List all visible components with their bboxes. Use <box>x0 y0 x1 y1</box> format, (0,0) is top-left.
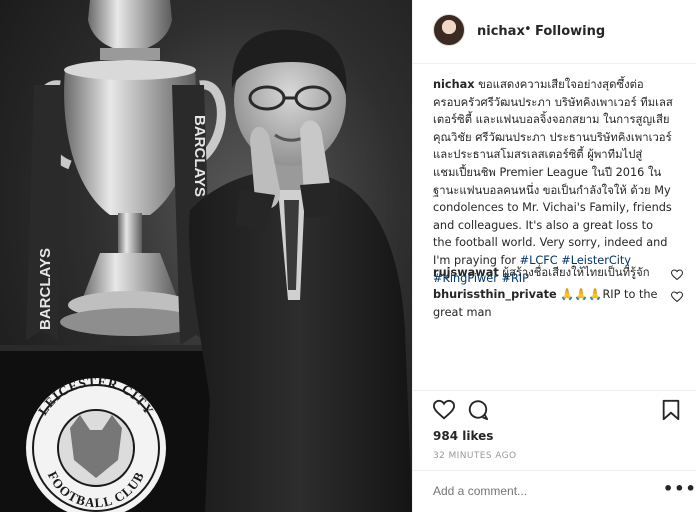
action-bar <box>413 390 696 426</box>
leicester-crest: LEICESTER CITY FOOTBALL CLUB <box>26 374 166 512</box>
ribbon-right-text: BARCLAYS <box>191 115 208 197</box>
post-header: nichax • Following <box>413 0 696 64</box>
comment-item: rujswawat ผู้สร้างชื่อเสียงให้ไทยเป็นที่… <box>433 264 661 282</box>
following-button[interactable]: Following <box>535 24 605 39</box>
comment-username[interactable]: rujswawat <box>433 266 499 279</box>
avatar[interactable] <box>433 14 465 46</box>
bookmark-icon[interactable] <box>661 399 681 421</box>
small-heart-icon[interactable] <box>671 291 683 303</box>
post-caption: nichax ขอแสดงความเสียใจอย่างสุดซึ้งต่อคร… <box>433 76 673 287</box>
caption-text: ขอแสดงความเสียใจอย่างสุดซึ้งต่อครอบครัวศ… <box>433 78 673 267</box>
ribbon-left-text: BARCLAYS <box>37 248 54 330</box>
comment-input[interactable] <box>433 484 643 498</box>
caption-username[interactable]: nichax <box>433 78 475 91</box>
post-timestamp[interactable]: 32 MINUTES AGO <box>433 451 516 461</box>
separator-dot: • <box>524 22 532 37</box>
comment-text: ผู้สร้างชื่อเสียงให้ไทยเป็นที่รู้จัก <box>502 266 650 279</box>
like-count[interactable]: 984 likes <box>433 429 493 443</box>
heart-icon[interactable] <box>433 399 455 421</box>
comment-item: bhurissthin_private 🙏🙏🙏RIP to the great … <box>433 286 661 321</box>
add-comment-bar: ••• <box>413 470 696 512</box>
photo-illustration: BARCLAYS BARCLAYS LEICESTER CITY FOOTBAL… <box>0 0 412 512</box>
comment-username[interactable]: bhurissthin_private <box>433 288 557 301</box>
post-username[interactable]: nichax <box>477 24 525 39</box>
comments-section: nichax ขอแสดงความเสียใจอย่างสุดซึ้งต่อคร… <box>413 64 696 390</box>
small-heart-icon[interactable] <box>671 269 683 281</box>
post-side-panel: nichax • Following nichax ขอแสดงความเสีย… <box>412 0 696 512</box>
post-photo[interactable]: BARCLAYS BARCLAYS LEICESTER CITY FOOTBAL… <box>0 0 412 512</box>
comment-icon[interactable] <box>467 399 489 421</box>
more-options-icon[interactable]: ••• <box>663 479 696 498</box>
